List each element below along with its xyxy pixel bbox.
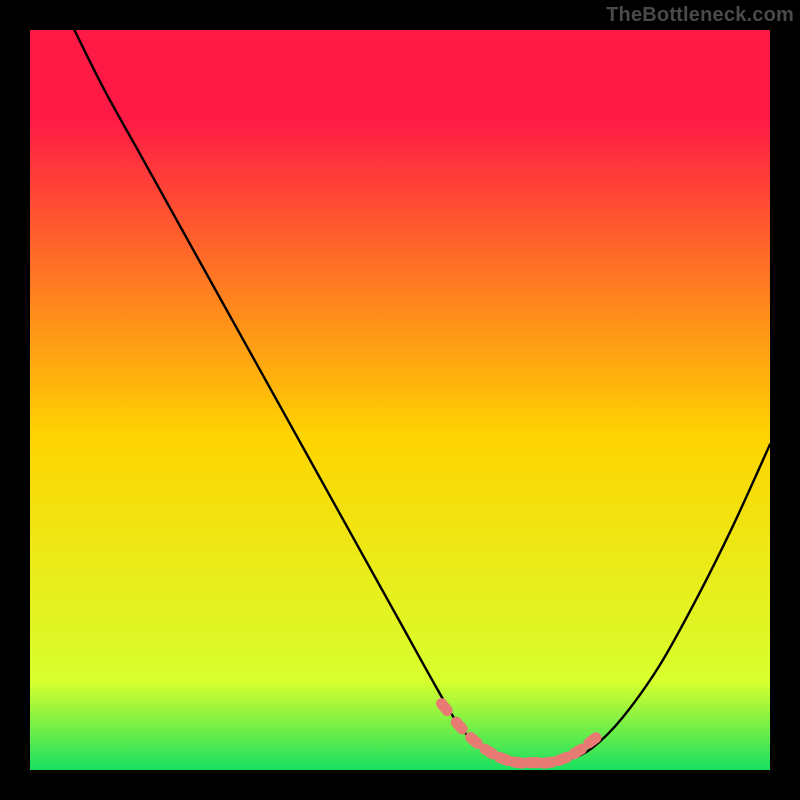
chart-frame: TheBottleneck.com <box>0 0 800 800</box>
bottleneck-curve-chart <box>0 0 800 800</box>
plot-background <box>30 30 770 770</box>
